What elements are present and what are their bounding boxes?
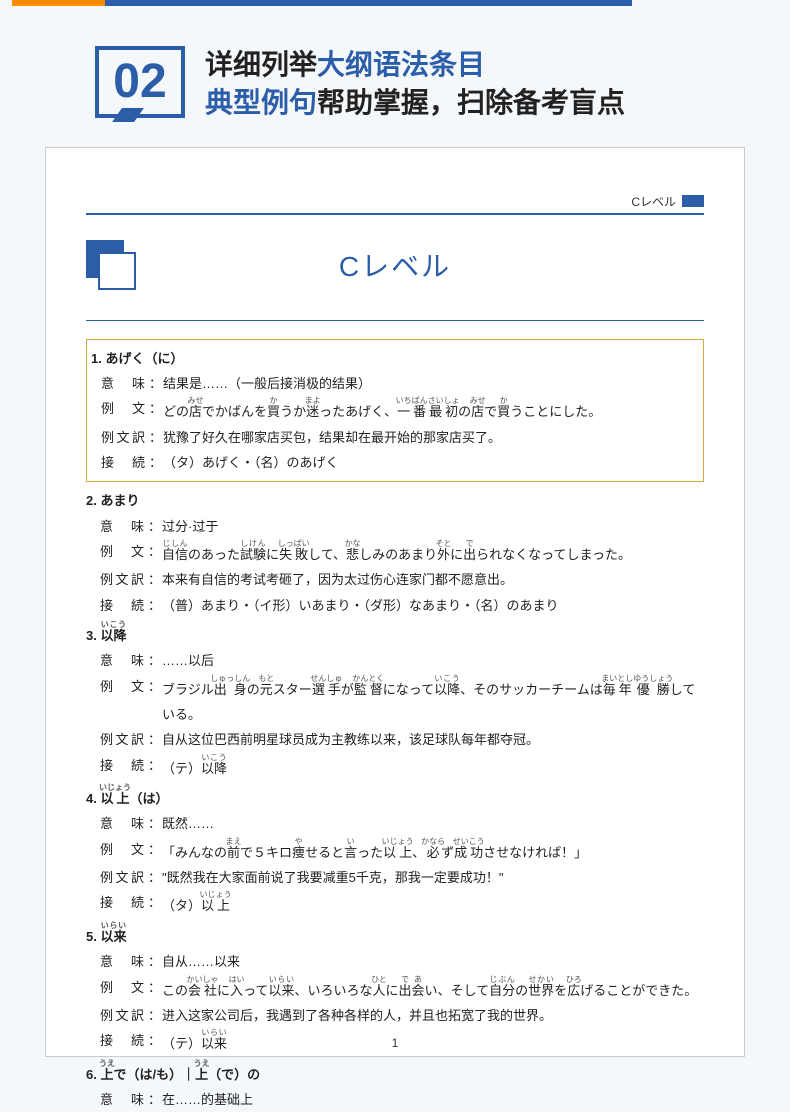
entry-3: 3. 以降いこう 意 味：……以后 例 文：ブラジル出身しゅっしんの元もとスター… bbox=[86, 620, 704, 781]
label-meaning: 意 味 bbox=[87, 371, 149, 396]
entry-title: 4. 以上いじょう（は） bbox=[86, 783, 704, 811]
translation-text: 本来有自信的考试考砸了，因为太过伤心连家门都不愿意出。 bbox=[162, 567, 704, 592]
meaning-text: 自从……以来 bbox=[162, 949, 704, 974]
section-number-badge: 02 bbox=[95, 46, 185, 118]
connection-text: （普）あまり・（イ形）いあまり・（ダ形）なあまり・（名）のあまり bbox=[162, 593, 704, 618]
meaning-text: 结果是……（一般后接消极的结果） bbox=[163, 371, 699, 396]
connection-text: （タ）以上いじょう bbox=[162, 890, 704, 918]
level-squares-icon bbox=[86, 240, 141, 290]
title-line1-blue: 大纲语法条目 bbox=[317, 49, 485, 80]
entry-4: 4. 以上いじょう（は） 意 味：既然…… 例 文：「みんなの前まえで５キロ痩や… bbox=[86, 783, 704, 919]
entry-title: 3. 以降いこう bbox=[86, 620, 704, 648]
example-text: 自信じしんのあった試験しけんに失敗しっぱいして、悲かなしみのあまり外そとに出でら… bbox=[162, 539, 704, 567]
badge-accent-shape bbox=[112, 108, 144, 122]
entries: 1. あげく（に） 意 味：结果是……（一般后接消极的结果） 例 文：どの店みせ… bbox=[86, 339, 704, 1112]
translation-text: 进入这家公司后，我遇到了各种各样的人，并且也拓宽了我的世界。 bbox=[162, 1003, 704, 1028]
meaning-text: 既然…… bbox=[162, 811, 704, 836]
page-number: 1 bbox=[46, 1036, 744, 1050]
meaning-text: ……以后 bbox=[162, 648, 704, 673]
label-example: 例 文 bbox=[87, 396, 149, 424]
entry-title: 2. あまり bbox=[86, 488, 704, 513]
meaning-text: 过分·过于 bbox=[162, 514, 704, 539]
tab-label: Cレベル bbox=[631, 195, 676, 209]
entry-6: 6. 上うえで（は/も）｜上うえ（で）の 意 味：在……的基础上 bbox=[86, 1059, 704, 1112]
document-page: Cレベル Cレベル 1. あげく（に） 意 味：结果是……（一般后接消极的结果）… bbox=[45, 147, 745, 1057]
entry-title: 6. 上うえで（は/も）｜上うえ（で）の bbox=[86, 1059, 704, 1087]
entry-title: 1. あげく（に） bbox=[87, 346, 699, 371]
entry-title: 5. 以来いらい bbox=[86, 921, 704, 949]
title-line2-blue: 典型例句 bbox=[205, 87, 317, 118]
translation-text: 自从这位巴西前明星球员成为主教练以来，该足球队每年都夺冠。 bbox=[162, 727, 704, 752]
title-line1-dark: 详细列举 bbox=[205, 49, 317, 80]
level-title: Cレベル bbox=[141, 245, 704, 285]
label-connection: 接 続 bbox=[87, 450, 149, 475]
example-text: どの店みせでかばんを買かうか迷まよったあげく、一番最初いちばんさいしょの店みせで… bbox=[163, 396, 699, 424]
meaning-text: 在……的基础上 bbox=[162, 1087, 704, 1112]
rule-line bbox=[86, 320, 704, 321]
top-gradient-bar bbox=[12, 0, 632, 6]
page-header-tab: Cレベル bbox=[86, 193, 704, 215]
level-header: Cレベル bbox=[86, 240, 704, 290]
example-text: ブラジル出身しゅっしんの元もとスター選手せんしゅが監督かんとくになって以降いこう… bbox=[162, 674, 704, 728]
tab-block-icon bbox=[682, 195, 704, 207]
translation-text: "既然我在大家面前说了我要减重5千克，那我一定要成功！" bbox=[162, 865, 704, 890]
section-title: 详细列举大纲语法条目 典型例句帮助掌握，扫除备考盲点 bbox=[205, 46, 625, 122]
example-text: 「みんなの前まえで５キロ痩やせると言いった以上いじょう、必かならず成功せいこうさ… bbox=[162, 837, 704, 865]
translation-text: 犹豫了好久在哪家店买包，结果却在最开始的那家店买了。 bbox=[163, 425, 699, 450]
entry-2: 2. あまり 意 味：过分·过于 例 文：自信じしんのあった試験しけんに失敗しっ… bbox=[86, 488, 704, 618]
title-line2-dark: 帮助掌握，扫除备考盲点 bbox=[317, 87, 625, 118]
connection-text: （タ）あげく・（名）のあげく bbox=[163, 450, 699, 475]
example-text: この会社かいしゃに入はいって以来いらい、いろいろな人ひとに出会であい、そして自分… bbox=[162, 975, 704, 1003]
entry-1: 1. あげく（に） 意 味：结果是……（一般后接消极的结果） 例 文：どの店みせ… bbox=[86, 339, 704, 483]
connection-text: （テ）以降いこう bbox=[162, 753, 704, 781]
header: 02 详细列举大纲语法条目 典型例句帮助掌握，扫除备考盲点 bbox=[95, 46, 790, 122]
section-number: 02 bbox=[113, 58, 166, 106]
label-translation: 例文訳 bbox=[87, 425, 149, 450]
